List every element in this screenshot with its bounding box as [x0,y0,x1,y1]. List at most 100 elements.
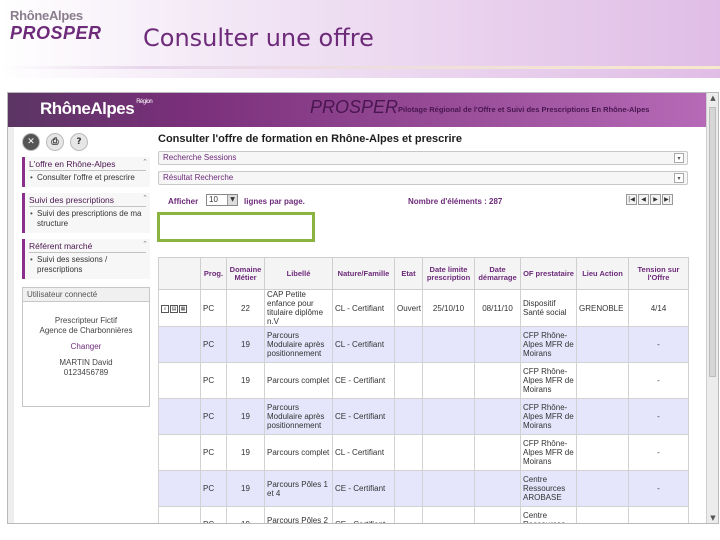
menu-link-suivi-sessions[interactable]: Suivi des sessions / prescriptions [29,255,146,275]
cell-of: Centre Ressources AROBASE [520,506,577,523]
app-prosper-title: PROSPER [310,97,399,117]
rows-per-page-select[interactable]: 10 ▼ [206,194,238,206]
col-header-domaine[interactable]: Domaine Métier [226,257,265,290]
table-row[interactable]: PC 19 Parcours complet CL - Certifiant C… [158,434,689,471]
print-icon[interactable]: ⎙ [46,133,64,151]
cell-domaine: 19 [226,362,265,399]
expand-chevron-icon[interactable]: ▾ [674,173,684,183]
cell-tension: - [628,326,689,363]
menu-link-consulter[interactable]: Consulter l'offre et prescrire [29,173,146,183]
change-user-link[interactable]: Changer [23,342,149,352]
expand-chevron-icon[interactable]: ▾ [674,153,684,163]
col-header-tension[interactable]: Tension sur l'Offre [628,257,689,290]
table-row[interactable]: ⌕ ▤ ▦ PC 22 CAP Petite enfance pour titula… [158,289,689,327]
cell-domaine: 19 [226,398,265,435]
element-count: Nombre d'éléments : 287 [408,197,503,206]
menu-title-suivi[interactable]: Suivi des prescriptions [29,195,146,207]
cell-tension: 4/14 [628,289,689,327]
user-phone: 0123456789 [63,368,109,377]
cell-date-limite [422,398,475,435]
col-header-etat[interactable]: Etat [394,257,423,290]
collapse-caret-icon[interactable]: ⌃ [142,240,148,248]
scroll-up-icon[interactable]: ▲ [708,94,718,104]
result-section[interactable]: Résultat Recherche ▾ [158,171,688,185]
cell-prog: PC [200,470,227,507]
cell-libelle-link[interactable]: Parcours Modulaire après positionnement [264,398,333,435]
menu-offre: L'offre en Rhône-Alpes ⌃ Consulter l'off… [22,157,150,187]
cell-tension: - [628,506,689,523]
app-banner: RhôneAlpes Région PROSPER Pilotage Région… [8,93,718,127]
afficher-label: Afficher [168,197,199,206]
close-icon[interactable]: ✕ [22,133,40,151]
cell-date-demarrage [474,434,521,471]
col-header-date-demarrage[interactable]: Date démarrage [474,257,521,290]
table-row[interactable]: PC 19 Parcours Pôles 1 et 4 CE - Certifi… [158,470,689,507]
row-actions [158,506,201,523]
menu-suivi: Suivi des prescriptions ⌃ Suivi des pres… [22,193,150,233]
col-header-lieu[interactable]: Lieu Action [576,257,629,290]
first-page-button[interactable]: |◀ [626,194,637,205]
cell-date-demarrage: 08/11/10 [474,289,521,327]
prev-page-button[interactable]: ◀ [638,194,649,205]
table-row[interactable]: PC 19 Parcours Pôles 2 et 3 CE - Certifi… [158,506,689,523]
page-nav: |◀ ◀ ▶ ▶| [626,194,673,205]
cell-nature: CE - Certifiant [332,398,395,435]
cell-libelle-link[interactable]: Parcours complet [264,434,333,471]
cell-libelle-link[interactable]: Parcours Modulaire après positionnement [264,326,333,363]
row-actions [158,434,201,471]
cell-prog: PC [200,289,227,327]
help-icon[interactable]: ? [70,133,88,151]
cell-lieu [576,506,629,523]
collapse-caret-icon[interactable]: ⌃ [142,194,148,202]
cell-of: CFP Rhône-Alpes MFR de Moirans [520,326,577,363]
document-icon[interactable]: ▦ [179,305,187,313]
row-actions [158,470,201,507]
dropdown-arrow-icon[interactable]: ▼ [227,195,237,205]
cell-date-demarrage [474,362,521,399]
row-actions: ⌕ ▤ ▦ [158,289,201,327]
cell-date-limite: 25/10/10 [422,289,475,327]
menu-title-referent[interactable]: Référent marché [29,241,146,253]
magnify-icon[interactable]: ⌕ [161,305,169,313]
main-content: Consulter l'offre de formation en Rhône-… [158,133,688,210]
col-header-date-limite[interactable]: Date limite prescription [422,257,475,290]
table-row[interactable]: PC 19 Parcours Modulaire après positionn… [158,326,689,363]
cell-domaine: 19 [226,434,265,471]
cell-nature: CL - Certifiant [332,434,395,471]
cell-libelle-link[interactable]: Parcours Pôles 2 et 3 [264,506,333,523]
cell-etat [394,434,423,471]
vertical-scrollbar[interactable]: ▲ ▼ [706,93,718,523]
menu-title-offre[interactable]: L'offre en Rhône-Alpes [29,159,146,171]
col-header-nature[interactable]: Nature/Famille [332,257,395,290]
next-page-button[interactable]: ▶ [650,194,661,205]
search-sessions-section[interactable]: Recherche Sessions ▾ [158,151,688,165]
col-header-of[interactable]: OF prestataire [520,257,577,290]
pagination-bar: Afficher 10 ▼ lignes par page. Nombre d'… [158,193,688,210]
toolbar: ✕ ⎙ ? [22,133,150,151]
menu-link-suivi-structure[interactable]: Suivi des prescriptions de ma structure [29,209,146,229]
cell-nature: CL - Certifiant [332,326,395,363]
user-name: MARTIN David [59,358,113,367]
scroll-down-icon[interactable]: ▼ [708,514,718,523]
cell-libelle-link[interactable]: Parcours Pôles 1 et 4 [264,470,333,507]
save-icon[interactable]: ▤ [170,305,178,313]
cell-domaine: 19 [226,326,265,363]
cell-nature: CL - Certifiant [332,289,395,327]
table-row[interactable]: PC 19 Parcours complet CE - Certifiant C… [158,362,689,399]
cell-prog: PC [200,506,227,523]
scroll-thumb[interactable] [709,107,716,377]
table-row[interactable]: PC 19 Parcours Modulaire après positionn… [158,398,689,435]
cell-lieu [576,326,629,363]
user-agency: Agence de Charbonnières [39,326,133,335]
cell-tension: - [628,470,689,507]
collapse-caret-icon[interactable]: ⌃ [142,158,148,166]
last-page-button[interactable]: ▶| [662,194,673,205]
cell-libelle-link[interactable]: CAP Petite enfance pour titulaire diplôm… [264,289,333,327]
cell-lieu [576,362,629,399]
cell-domaine: 19 [226,470,265,507]
row-actions [158,398,201,435]
cell-libelle-link[interactable]: Parcours complet [264,362,333,399]
col-header-prog[interactable]: Prog. [200,257,227,290]
col-header-libelle[interactable]: Libellé [264,257,333,290]
app-logo[interactable]: RhôneAlpes Région [40,99,153,119]
